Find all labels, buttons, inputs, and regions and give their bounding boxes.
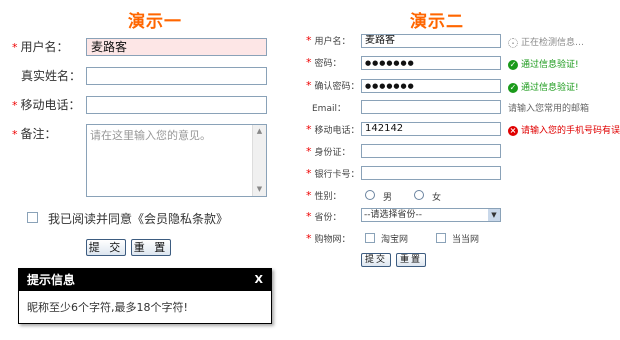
demo2-dangdang-checkbox[interactable] <box>436 233 446 243</box>
demo1-agree-label: 我已阅读并同意《会员隐私条款》 <box>48 212 229 226</box>
demo1-tip-box: 提示信息 X 昵称至少6个字符,最多18个字符! <box>18 268 272 324</box>
demo1-title: 演示一 <box>128 12 182 32</box>
demo2-province-label: * 省份： <box>306 210 342 223</box>
error-circle-icon: × <box>508 125 518 136</box>
close-icon[interactable]: X <box>255 269 263 291</box>
demo2-gender-male-radio[interactable] <box>365 190 375 200</box>
demo2-password-message: ✓ 通过信息验证! <box>508 59 579 70</box>
demo2-password-input[interactable]: ●●●●●●● <box>361 56 501 70</box>
demo2-bankcard-input[interactable] <box>361 166 501 180</box>
demo1-agree-checkbox[interactable] <box>27 212 38 223</box>
chevron-down-icon[interactable]: ▼ <box>488 209 500 221</box>
demo2-email-label: Email： <box>312 104 346 114</box>
check-circle-icon: ✓ <box>508 59 518 70</box>
demo1-remark-placeholder: 请在这里输入您的意见。 <box>90 129 211 142</box>
demo2-submit-button[interactable]: 提交 <box>361 253 391 267</box>
demo1-username-input[interactable]: 麦路客 <box>86 38 267 56</box>
demo1-tip-title: 提示信息 <box>27 273 76 287</box>
demo2-taobao-checkbox[interactable] <box>365 233 375 243</box>
demo1-mobile-label: * 移动电话： <box>12 98 81 112</box>
demo1-remark-scrollbar[interactable]: ▲ ▼ <box>252 125 266 196</box>
scroll-up-icon[interactable]: ▲ <box>253 125 266 138</box>
demo2-mobile-label: * 移动电话： <box>306 123 360 136</box>
demo2-province-select[interactable]: --请选择省份-- ▼ <box>361 208 501 222</box>
demo2-username-label: * 用户名： <box>306 34 351 47</box>
demo1-submit-button[interactable]: 提 交 <box>86 239 126 256</box>
demo2-mobile-input[interactable]: 142142 <box>361 122 501 136</box>
check-circle-icon: ✓ <box>508 82 518 93</box>
demo2-mobile-message: × 请输入您的手机号码有误! <box>508 125 620 136</box>
scroll-down-icon[interactable]: ▼ <box>253 183 266 196</box>
demo1-remark-label: * 备注： <box>12 127 57 141</box>
demo2-title: 演示二 <box>410 12 464 32</box>
demo2-gender-female-radio[interactable] <box>414 190 424 200</box>
demo1-realname-label: 真实姓名： <box>21 69 82 83</box>
demo2-gender-label: * 性别： <box>306 189 342 202</box>
demo2-confirm-label: * 确认密码： <box>306 79 360 92</box>
demo2-dangdang-label: 当当网 <box>452 235 480 245</box>
spinner-icon: · <box>508 37 518 48</box>
demo2-bankcard-label: * 银行卡号： <box>306 167 360 180</box>
demo1-realname-input[interactable] <box>86 67 267 85</box>
demo1-username-label: * 用户名： <box>12 40 69 54</box>
demo2-password-label: * 密码： <box>306 56 342 69</box>
demo2-username-message: · 正在检测信息… <box>508 35 584 48</box>
demo2-reset-button[interactable]: 重置 <box>396 253 426 267</box>
demo2-confirm-input[interactable]: ●●●●●●● <box>361 79 501 93</box>
demo1-tip-header: 提示信息 X <box>19 269 271 291</box>
demo1-reset-button[interactable]: 重 置 <box>131 239 171 256</box>
demo1-tip-message: 昵称至少6个字符,最多18个字符! <box>27 301 188 314</box>
demo2-gender-female-label: 女 <box>432 193 442 203</box>
demo1-remark-textarea[interactable]: 请在这里输入您的意见。 ▲ ▼ <box>86 124 267 197</box>
demo2-idcard-label: * 身份证： <box>306 145 351 158</box>
demo1-mobile-input[interactable] <box>86 96 267 114</box>
demo2-idcard-input[interactable] <box>361 144 501 158</box>
demo2-email-message: 请输入您常用的邮箱 <box>508 104 590 114</box>
demo2-confirm-message: ✓ 通过信息验证! <box>508 82 579 93</box>
demo2-gender-male-label: 男 <box>383 193 393 203</box>
demo2-email-input[interactable] <box>361 100 501 114</box>
demo2-shopping-label: * 购物网： <box>306 232 351 245</box>
demo2-province-selected: --请选择省份-- <box>364 210 422 220</box>
demo2-taobao-label: 淘宝网 <box>381 235 409 245</box>
demo2-username-input[interactable]: 麦路客 <box>361 34 501 48</box>
